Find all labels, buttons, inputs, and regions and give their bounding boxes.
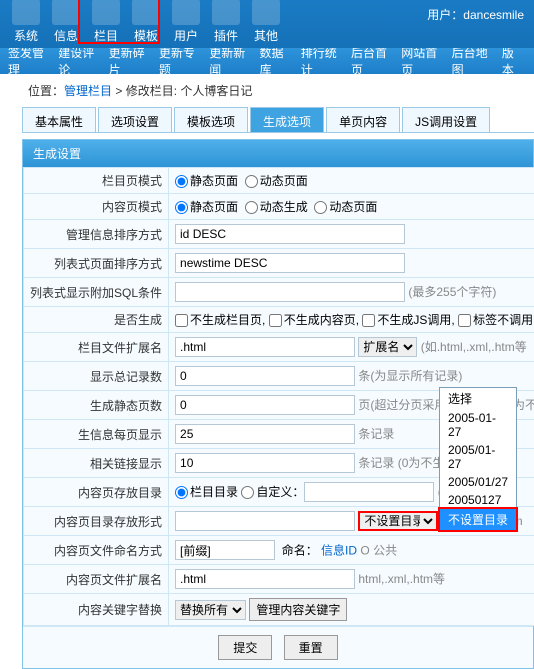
sub-1[interactable]: 建设评论 — [58, 44, 94, 78]
top-other[interactable]: 其他 — [246, 0, 286, 48]
infoid-link[interactable]: 信息ID — [321, 544, 357, 558]
sub-4[interactable]: 更新新闻 — [209, 44, 245, 78]
tab-page[interactable]: 单页内容 — [326, 107, 400, 132]
tabs: 基本属性 选项设置 模板选项 生成选项 单页内容 JS调用设置 — [22, 107, 534, 133]
top-user[interactable]: 用户 — [166, 0, 206, 48]
c6d[interactable]: 标签不调用 — [458, 313, 533, 327]
c6b[interactable]: 不生成内容页, — [269, 313, 359, 327]
custom-dir[interactable] — [304, 482, 434, 502]
user-label: 用户：dancesmile — [427, 6, 524, 23]
sub-3[interactable]: 更新专题 — [159, 44, 195, 78]
r2a[interactable]: 静态页面 — [175, 200, 238, 214]
sub-6[interactable]: 排行统计 — [301, 44, 337, 78]
replace-sel[interactable]: 替换所有 — [175, 600, 246, 620]
sql-input[interactable] — [175, 282, 405, 302]
sub-2[interactable]: 更新碎片 — [109, 44, 145, 78]
sub-nav: 签发管理 建设评论 更新碎片 更新专题 更新新闻 数据库 排行统计 后台首页 网… — [0, 48, 534, 74]
dd-3[interactable]: 2005/01/27 — [440, 473, 516, 491]
order-input[interactable] — [175, 224, 405, 244]
static-input[interactable] — [175, 395, 355, 415]
r2b[interactable]: 动态生成 — [245, 200, 308, 214]
bc-link[interactable]: 管理栏目 — [64, 84, 112, 98]
ext-sel[interactable]: 扩展名 — [358, 337, 417, 357]
lbl: 栏目页模式 — [24, 168, 169, 194]
top-column[interactable]: 栏目 — [86, 0, 126, 48]
dd-5[interactable]: 不设置目录 — [440, 509, 516, 530]
section-title: 生成设置 — [23, 140, 533, 167]
c6a[interactable]: 不生成栏目页, — [175, 313, 265, 327]
prefix-input[interactable] — [175, 540, 275, 560]
form-buttons: 提交 重置 — [23, 626, 533, 668]
sub-9[interactable]: 后台地图 — [452, 44, 488, 78]
sub-8[interactable]: 网站首页 — [401, 44, 437, 78]
perpage-input[interactable] — [175, 424, 355, 444]
top-info[interactable]: 信息 — [46, 0, 86, 48]
tab-generate[interactable]: 生成选项 — [250, 107, 324, 132]
tab-options[interactable]: 选项设置 — [98, 107, 172, 132]
sub-10[interactable]: 版本 — [502, 44, 520, 78]
top-system[interactable]: 系统 — [6, 0, 46, 48]
related-input[interactable] — [175, 453, 355, 473]
reset-button[interactable]: 重置 — [284, 635, 338, 660]
top-template[interactable]: 模板 — [126, 0, 166, 48]
kw-button[interactable]: 管理内容关键字 — [249, 598, 347, 621]
ext-input[interactable] — [175, 337, 355, 357]
cext-input[interactable] — [175, 569, 355, 589]
sub-0[interactable]: 签发管理 — [8, 44, 44, 78]
dd-4[interactable]: 20050127 — [440, 491, 516, 509]
submit-button[interactable]: 提交 — [218, 635, 272, 660]
dd-2[interactable]: 2005/01-27 — [440, 441, 516, 473]
dirfmt-sel[interactable]: 不设置目录 — [358, 511, 438, 531]
tab-basic[interactable]: 基本属性 — [22, 107, 96, 132]
r2c[interactable]: 动态页面 — [314, 200, 377, 214]
dirfmt-dropdown[interactable]: 选择 2005-01-27 2005/01-27 2005/01/27 2005… — [439, 387, 517, 531]
dirfmt-input[interactable] — [175, 511, 355, 531]
dd-0[interactable]: 选择 — [440, 388, 516, 409]
c6c[interactable]: 不生成JS调用, — [362, 313, 454, 327]
sub-7[interactable]: 后台首页 — [351, 44, 387, 78]
top-plugin[interactable]: 插件 — [206, 0, 246, 48]
breadcrumb: 位置：管理栏目 > 修改栏目: 个人博客日记 — [0, 74, 534, 107]
r12b[interactable]: 自定义： — [241, 485, 304, 499]
r1a[interactable]: 静态页面 — [175, 174, 238, 188]
r12a[interactable]: 栏目目录 — [175, 485, 238, 499]
top-toolbar: 系统 信息 栏目 模板 用户 插件 其他 用户：dancesmile — [0, 0, 534, 48]
tab-template[interactable]: 模板选项 — [174, 107, 248, 132]
tab-js[interactable]: JS调用设置 — [402, 107, 490, 132]
r1b[interactable]: 动态页面 — [245, 174, 308, 188]
total-input[interactable] — [175, 366, 355, 386]
dd-1[interactable]: 2005-01-27 — [440, 409, 516, 441]
sub-5[interactable]: 数据库 — [259, 44, 286, 78]
listorder-input[interactable] — [175, 253, 405, 273]
